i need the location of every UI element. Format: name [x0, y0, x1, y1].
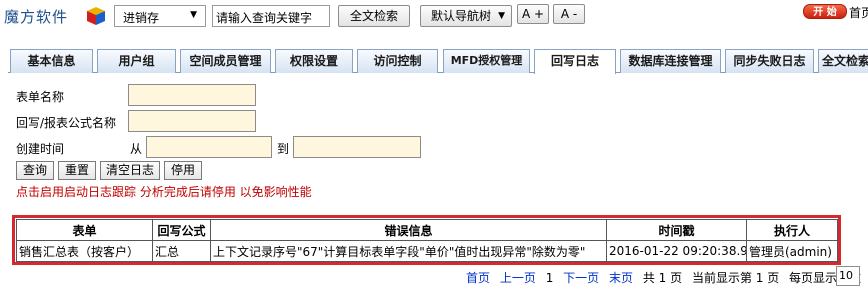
cell-formula: 汇总 [152, 240, 211, 262]
to-label: 到 [277, 142, 290, 156]
cell-error: 上下文记录序号"67"计算目标表单字段"单价"值时出现异常"除数为零" [210, 240, 607, 262]
column-header-formula: 回写公式 [152, 219, 211, 241]
clear-log-button[interactable]: 清空日志 [100, 161, 160, 180]
formula-name-label: 回写/报表公式名称 [16, 116, 117, 130]
total-pages: 共 1 页 [642, 271, 683, 285]
created-from-field[interactable] [146, 136, 272, 158]
home-link[interactable]: 首页 [849, 4, 868, 21]
current-page-number: 1 [545, 271, 554, 285]
formula-name-field[interactable] [128, 110, 256, 132]
app-logo-text: 魔方软件 [4, 8, 69, 26]
default-nav-button[interactable]: 默认导航树 ▼ [420, 5, 512, 27]
column-header-executor: 执行人 [746, 219, 838, 241]
table-header-row: 表单 回写公式 错误信息 时间戳 执行人 [16, 219, 838, 241]
cell-executor: 管理员(admin) [746, 240, 838, 262]
tab-mfd-license[interactable]: MFD授权管理 [443, 49, 530, 73]
per-page-input[interactable]: 10 [836, 266, 860, 286]
tab-db-connections[interactable]: 数据库连接管理 [620, 49, 721, 73]
created-time-label: 创建时间 [16, 142, 65, 156]
log-tracking-hint: 点击启用启动日志跟踪 分析完成后请停用 以免影响性能 [16, 185, 312, 199]
chevron-down-icon: ▼ [498, 11, 505, 21]
tab-basic-info[interactable]: 基本信息 [10, 49, 93, 73]
font-decrease-button[interactable]: A - [553, 4, 585, 24]
created-to-field[interactable] [293, 136, 421, 158]
disable-button[interactable]: 停用 [164, 161, 202, 180]
column-header-form: 表单 [16, 219, 153, 241]
tab-user-group[interactable]: 用户组 [97, 49, 176, 73]
cell-timestamp: 2016-01-22 09:20:38.97 [606, 240, 747, 262]
pager: 首页 上一页 1 下一页 末页 共 1 页 当前显示第 1 页 每页显示个数 [466, 269, 861, 286]
reset-button[interactable]: 重置 [58, 161, 96, 180]
tab-writeback-log[interactable]: 回写日志 [534, 49, 616, 74]
default-nav-label: 默认导航树 [431, 9, 492, 23]
start-button[interactable]: 开 始 [803, 4, 847, 19]
prev-page-link[interactable]: 上一页 [500, 271, 536, 285]
tab-permissions[interactable]: 权限设置 [275, 49, 353, 73]
column-header-timestamp: 时间戳 [606, 219, 747, 241]
from-label: 从 [130, 142, 143, 156]
column-header-error: 错误信息 [210, 219, 607, 241]
tab-sync-failure-log[interactable]: 同步失败日志 [725, 49, 814, 73]
form-name-label: 表单名称 [16, 90, 65, 104]
first-page-link[interactable]: 首页 [466, 271, 490, 285]
form-name-field[interactable] [128, 84, 256, 106]
chevron-down-icon: ▼ [190, 10, 197, 20]
tab-fulltext-search[interactable]: 全文检索 [818, 49, 868, 73]
next-page-link[interactable]: 下一页 [563, 271, 599, 285]
font-increase-button[interactable]: A + [517, 4, 549, 24]
tab-space-members[interactable]: 空间成员管理 [180, 49, 271, 73]
fulltext-search-button[interactable]: 全文检索 [338, 5, 410, 27]
table-row[interactable]: 销售汇总表（按客户） 汇总 上下文记录序号"67"计算目标表单字段"单价"值时出… [16, 240, 838, 262]
cell-form: 销售汇总表（按客户） [16, 240, 153, 262]
logo-cube-icon [87, 7, 105, 25]
search-input[interactable]: 请输入查询关键字 [212, 5, 330, 27]
module-select-value: 进销存 [123, 11, 160, 25]
last-page-link[interactable]: 末页 [609, 271, 633, 285]
writeback-log-table: 表单 回写公式 错误信息 时间戳 执行人 销售汇总表（按客户） 汇总 上下文记录… [16, 219, 838, 262]
tab-access-control[interactable]: 访问控制 [357, 49, 438, 73]
module-select[interactable]: 进销存 ▼ [114, 5, 206, 27]
current-display: 当前显示第 1 页 [691, 271, 780, 285]
query-button[interactable]: 查询 [16, 161, 54, 180]
